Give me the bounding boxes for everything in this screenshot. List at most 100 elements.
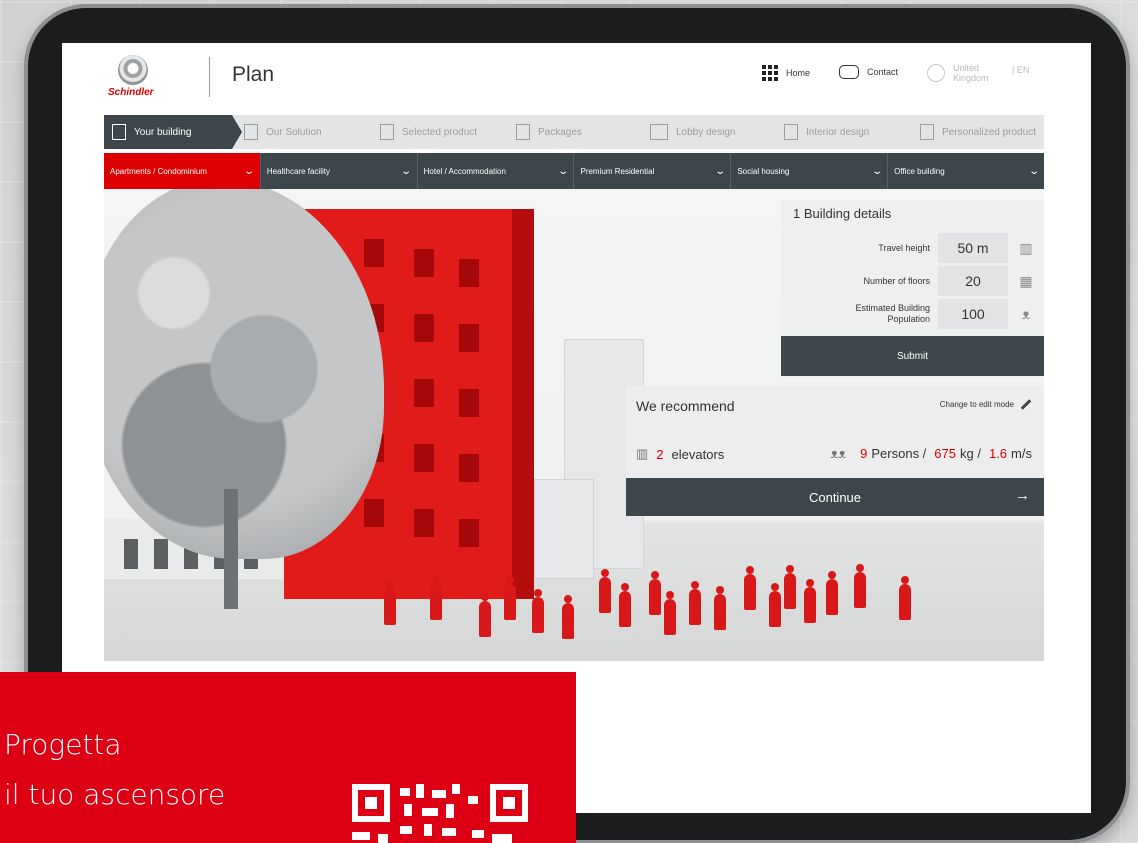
person-figure: [562, 595, 574, 639]
tab-our-solution[interactable]: Our Solution: [244, 115, 322, 149]
category-office[interactable]: Office building ⌄: [888, 153, 1044, 189]
people-icon: ᴥ: [1021, 306, 1031, 322]
tab-personalized-product[interactable]: Personalized product: [920, 115, 1036, 149]
category-label: Hotel / Accommodation: [423, 166, 506, 176]
recommend-title: We recommend: [636, 398, 735, 414]
tab-your-building[interactable]: Your building: [104, 115, 242, 149]
qr-finder: [490, 784, 528, 822]
qr-module: [442, 828, 456, 836]
category-label: Healthcare facility: [266, 166, 330, 176]
category-premium-residential[interactable]: Premium Residential ⌄: [574, 153, 732, 189]
region-selector[interactable]: United Kingdom: [927, 63, 989, 83]
qr-module: [492, 834, 512, 843]
floors-input[interactable]: 20: [938, 266, 1008, 296]
person-figure: [619, 583, 631, 627]
promo-line-2: il tuo ascensore: [4, 778, 226, 811]
chevron-down-icon: ⌄: [400, 165, 413, 177]
qr-module: [352, 832, 370, 840]
continue-label: Continue: [808, 489, 862, 505]
person-figure: [504, 576, 516, 620]
category-apartments[interactable]: Apartments / Condominium ⌄: [104, 153, 261, 189]
tab-lobby-design[interactable]: Lobby design: [650, 115, 736, 149]
contact-link[interactable]: Contact: [839, 65, 898, 79]
details-title: 1 Building details: [793, 206, 892, 221]
category-label: Office building: [894, 166, 945, 176]
edit-mode-label: Change to edit mode: [939, 400, 1014, 409]
building-icon: [112, 124, 126, 140]
person-figure: [899, 576, 911, 620]
page-title: Plan: [232, 63, 275, 86]
qr-module: [468, 796, 478, 804]
window: [364, 239, 384, 267]
window: [459, 389, 479, 417]
travel-height-label: Travel height: [878, 242, 930, 253]
window: [414, 509, 434, 537]
tab-label: Personalized product: [942, 126, 1036, 138]
edit-mode-link[interactable]: Change to edit mode: [939, 399, 1032, 410]
person-figure: [689, 581, 701, 625]
person-figure: [784, 565, 796, 609]
tab-packages[interactable]: Packages: [516, 115, 582, 149]
person-figure: [854, 564, 866, 608]
tree-trunk: [224, 489, 238, 609]
window: [459, 454, 479, 482]
qr-module: [378, 834, 388, 843]
chevron-down-icon: ⌄: [1027, 165, 1040, 177]
tab-selected-product[interactable]: Selected product: [380, 115, 477, 149]
frame-icon: [650, 124, 668, 140]
persons-unit: Persons /: [871, 446, 927, 461]
logo-text: Schindler: [108, 87, 154, 98]
floors-label: Number of floors: [863, 275, 930, 286]
category-hotel[interactable]: Hotel / Accommodation ⌄: [418, 153, 575, 189]
load-unit: kg /: [960, 446, 981, 461]
pencil-doc-icon: [920, 124, 934, 140]
chevron-down-icon: ⌄: [714, 165, 726, 177]
chevron-down-icon: ⌄: [871, 165, 883, 177]
promo-banner: Progetta il tuo ascensore: [0, 672, 576, 843]
category-label: Apartments / Condominium: [110, 166, 207, 176]
capacity-recommendation: ᴥᴥ 9 Persons / 675 kg / 1.6 m/s: [830, 446, 1032, 461]
window: [154, 539, 168, 569]
window: [414, 444, 434, 472]
category-social-housing[interactable]: Social housing ⌄: [731, 153, 889, 189]
schindler-logo[interactable]: Schindler: [104, 55, 164, 103]
travel-height-input[interactable]: 50 m: [938, 233, 1008, 263]
person-figure: [649, 571, 661, 615]
person-figure: [714, 586, 726, 630]
language-selector[interactable]: | EN: [1012, 65, 1029, 75]
person-figure: [430, 576, 442, 620]
chat-icon: [839, 65, 859, 79]
qr-module: [422, 808, 438, 816]
qr-module: [400, 788, 410, 796]
app-header: Schindler Plan Home Contact United Kingd…: [62, 43, 1091, 111]
category-healthcare[interactable]: Healthcare facility ⌄: [261, 153, 418, 189]
home-link[interactable]: Home: [762, 65, 810, 81]
header-divider: [209, 57, 210, 97]
population-input[interactable]: 100: [938, 299, 1008, 329]
elevator-unit: elevators: [671, 446, 725, 462]
globe-icon: [927, 64, 945, 82]
window: [459, 324, 479, 352]
arrow-right-icon: →: [1015, 487, 1030, 504]
submit-button[interactable]: Submit: [781, 336, 1044, 376]
person-figure: [826, 571, 838, 615]
grid-icon: [762, 65, 778, 81]
window: [459, 259, 479, 287]
chevron-down-icon: ⌄: [243, 165, 256, 177]
elevator-icon: [244, 124, 258, 140]
step-tabs: Your building Our Solution Selected prod…: [104, 115, 1044, 149]
qr-code[interactable]: [352, 784, 528, 843]
window: [364, 499, 384, 527]
tab-interior-design[interactable]: Interior design: [784, 115, 869, 149]
packages-icon: [516, 124, 530, 140]
person-figure: [744, 566, 756, 610]
load-value: 675: [934, 446, 956, 461]
tab-label: Our Solution: [266, 126, 322, 138]
window: [414, 379, 434, 407]
person-figure: [532, 589, 544, 633]
qr-module: [452, 784, 460, 794]
region-line1: United: [953, 63, 980, 73]
floors-row: Number of floors 20 ▦: [781, 266, 1044, 296]
continue-button[interactable]: Continue →: [626, 478, 1044, 516]
elevator-recommendation: ▥ 2 elevators: [636, 446, 724, 462]
